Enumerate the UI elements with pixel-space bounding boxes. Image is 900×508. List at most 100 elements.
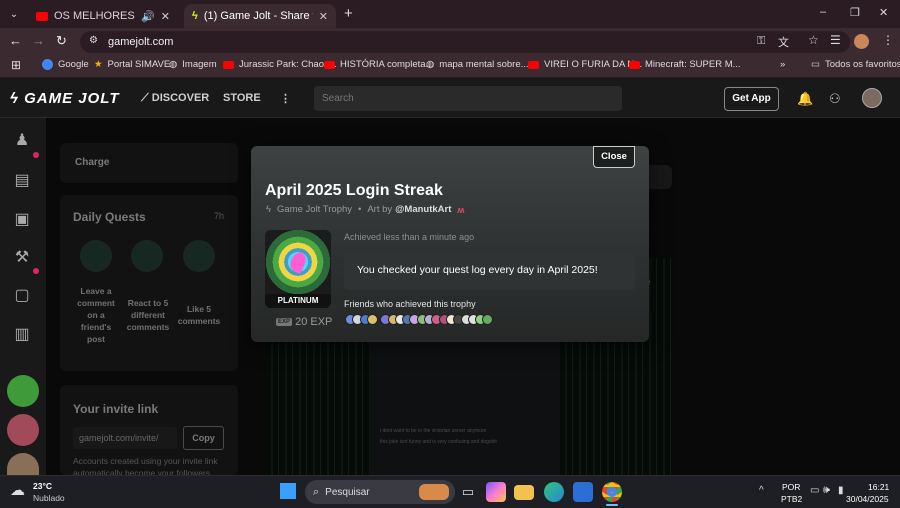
community-avatar[interactable] bbox=[7, 414, 39, 446]
star-icon: ★ bbox=[94, 59, 103, 70]
bookmark-google[interactable]: Google bbox=[42, 59, 89, 70]
start-windows-icon[interactable] bbox=[280, 483, 296, 499]
close-button[interactable]: Close bbox=[593, 146, 635, 168]
compass-icon: ⟋ bbox=[141, 92, 149, 104]
store-icon[interactable] bbox=[573, 482, 593, 502]
all-favorites-folder[interactable]: ▭ Todos os favoritos bbox=[811, 59, 900, 70]
bookmark-minecraft[interactable]: Minecraft: SUPER M... bbox=[629, 59, 741, 70]
profile-avatar[interactable] bbox=[854, 34, 869, 49]
notification-dot bbox=[33, 152, 39, 158]
hidden-icons-chevron-icon[interactable]: ^ bbox=[759, 485, 764, 496]
maximize-button[interactable]: ❐ bbox=[850, 6, 860, 19]
tab-gamejolt[interactable]: ϟ (1) Game Jolt - Share your crea ✕ bbox=[184, 4, 336, 28]
taskbar-search[interactable]: ⌕ Pesquisar bbox=[305, 480, 455, 504]
friend-avatar[interactable] bbox=[366, 314, 378, 325]
site-search-input[interactable]: Search bbox=[314, 86, 622, 111]
sidebar-shop-icon[interactable]: ▤ bbox=[9, 168, 35, 194]
nav-store[interactable]: STORE bbox=[223, 92, 261, 104]
new-tab-button[interactable]: + bbox=[344, 5, 353, 22]
taskbar-search-label: Pesquisar bbox=[325, 486, 370, 498]
bookmark-portal-simave[interactable]: ★ Portal SIMAVE bbox=[94, 59, 170, 70]
url-text: gamejolt.com bbox=[108, 36, 174, 48]
network-icon[interactable]: ▭ bbox=[810, 485, 819, 496]
art-by-label: Art by bbox=[367, 204, 393, 215]
sidebar-jobs-icon[interactable]: ⚒ bbox=[9, 245, 35, 271]
sidebar-backpack-icon[interactable]: ▣ bbox=[9, 207, 35, 233]
active-app-indicator bbox=[606, 504, 618, 506]
search-icon: ⌕ bbox=[313, 485, 320, 498]
bookmark-historia[interactable]: HISTÓRIA completa... bbox=[324, 59, 433, 70]
nav-discover[interactable]: ⟋ DISCOVER bbox=[141, 92, 209, 105]
bookmark-jurassic[interactable]: Jurassic Park: Chaos... bbox=[223, 59, 337, 70]
get-app-button[interactable]: Get App bbox=[724, 87, 779, 111]
gamejolt-favicon-icon: ϟ bbox=[192, 10, 198, 22]
more-menu-icon[interactable]: ⋮ bbox=[280, 92, 291, 105]
minimize-button[interactable]: – bbox=[820, 6, 826, 18]
sidebar-chat-icon[interactable]: ▢ bbox=[9, 283, 35, 309]
artist-logo-icon: ʍ bbox=[457, 204, 465, 215]
weather-desc: Nublado bbox=[33, 493, 65, 503]
translate-icon[interactable]: 文 bbox=[778, 34, 789, 50]
language-top[interactable]: POR bbox=[782, 482, 800, 492]
gamejolt-bolt-icon: ϟ bbox=[10, 90, 19, 107]
clock-time[interactable]: 16:21 bbox=[868, 482, 889, 492]
sidebar-quests-icon[interactable]: ♟ bbox=[9, 128, 35, 154]
task-view-icon[interactable]: ▭ bbox=[458, 482, 478, 502]
battery-icon[interactable]: ▮ bbox=[838, 485, 844, 496]
search-highlight-image bbox=[419, 484, 449, 500]
tab-title: (1) Game Jolt - Share your crea bbox=[203, 10, 313, 22]
extensions-icon[interactable]: ☰ bbox=[830, 33, 841, 47]
bookmark-virei[interactable]: VIREI O FURIA DA N... bbox=[528, 59, 642, 70]
forward-icon[interactable]: → bbox=[32, 33, 45, 48]
copilot-icon[interactable] bbox=[486, 482, 506, 502]
apps-grid-icon[interactable]: ⊞ bbox=[11, 58, 21, 72]
trophy-type: Game Jolt Trophy bbox=[277, 204, 353, 215]
password-key-icon[interactable]: ⚿ bbox=[757, 35, 765, 48]
back-icon[interactable]: ← bbox=[9, 33, 22, 48]
gamejolt-logo[interactable]: ϟ GAME JOLT bbox=[10, 90, 120, 107]
language-bottom[interactable]: PTB2 bbox=[781, 494, 802, 504]
sidebar-library-icon[interactable]: ▥ bbox=[9, 322, 35, 348]
close-tab-icon[interactable]: ✕ bbox=[319, 10, 328, 23]
notifications-bell-icon[interactable]: 🔔 bbox=[797, 91, 813, 107]
weather-temp: 23°C bbox=[33, 481, 52, 491]
notification-dot bbox=[33, 268, 39, 274]
friends-icon[interactable]: ⚇ bbox=[829, 91, 841, 107]
tab-search-button[interactable]: ⌄ bbox=[6, 7, 22, 23]
youtube-icon bbox=[36, 11, 48, 21]
exp-value: 20 EXP bbox=[295, 316, 333, 328]
clock-date[interactable]: 30/04/2025 bbox=[846, 494, 889, 504]
google-icon bbox=[42, 59, 53, 70]
volume-icon[interactable]: 🕪 bbox=[823, 484, 830, 497]
youtube-icon bbox=[324, 60, 335, 69]
artist-link[interactable]: @ManutkArt bbox=[395, 204, 451, 215]
globe-icon: ◍ bbox=[169, 59, 178, 70]
youtube-icon bbox=[629, 60, 640, 69]
file-explorer-icon[interactable] bbox=[514, 485, 534, 500]
bookmark-imagem[interactable]: ◍ Imagem bbox=[169, 59, 217, 70]
address-bar[interactable]: ⚙ gamejolt.com bbox=[80, 31, 850, 53]
gamejolt-bolt-icon: ϟ bbox=[266, 204, 272, 215]
achieved-time: Achieved less than a minute ago bbox=[344, 232, 475, 242]
community-creeper-avatar[interactable] bbox=[7, 375, 39, 407]
bookmark-mapa-mental[interactable]: ◍ mapa mental sobre... bbox=[426, 59, 529, 70]
audio-icon: 🔊 bbox=[141, 10, 155, 23]
tab-memes[interactable]: OS MELHORES MEMES DO 🔊 ✕ bbox=[28, 4, 178, 28]
edge-icon[interactable] bbox=[544, 482, 564, 502]
separator-dot: • bbox=[358, 204, 362, 215]
folder-icon: ▭ bbox=[811, 59, 820, 70]
globe-icon: ◍ bbox=[426, 59, 435, 70]
trophy-title: April 2025 Login Streak bbox=[265, 182, 443, 199]
browser-menu-icon[interactable]: ⋮ bbox=[882, 33, 894, 47]
site-info-icon[interactable]: ⚙ bbox=[89, 35, 98, 46]
friends-achieved-label: Friends who achieved this trophy bbox=[344, 299, 476, 309]
reload-icon[interactable]: ↻ bbox=[56, 33, 67, 49]
chrome-icon[interactable] bbox=[602, 482, 622, 502]
bookmark-star-icon[interactable]: ☆ bbox=[808, 33, 819, 47]
user-avatar[interactable] bbox=[862, 88, 882, 108]
weather-cloud-icon[interactable]: ☁ bbox=[10, 481, 25, 499]
close-tab-icon[interactable]: ✕ bbox=[161, 10, 170, 23]
more-bookmarks-icon[interactable]: » bbox=[780, 59, 785, 70]
close-window-button[interactable]: ✕ bbox=[879, 6, 888, 19]
trophy-description: You checked your quest log every day in … bbox=[344, 252, 635, 290]
